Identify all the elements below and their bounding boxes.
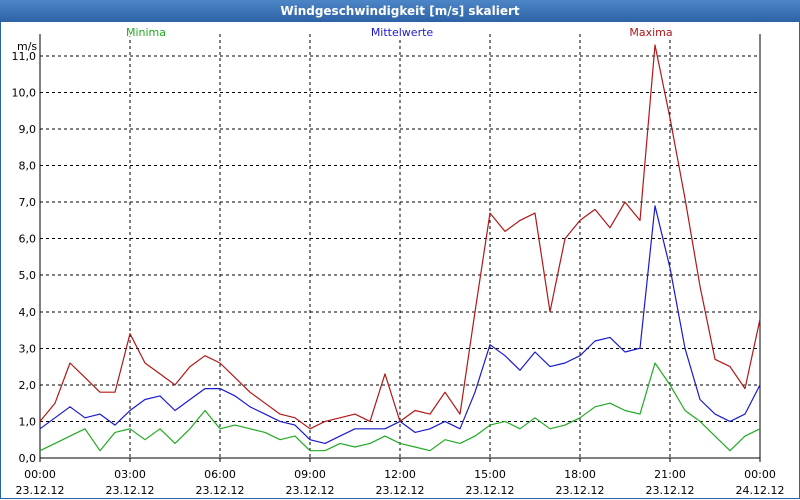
x-tick-time-label: 15:00: [474, 468, 506, 481]
x-tick-date-label: 23.12.12: [556, 484, 605, 497]
legend-label-mittelwerte: Mittelwerte: [371, 26, 434, 39]
x-tick-date-label: 23.12.12: [196, 484, 245, 497]
y-tick-label: 10,0: [12, 86, 37, 99]
x-tick-date-label: 23.12.12: [286, 484, 335, 497]
x-tick-time-label: 00:00: [744, 468, 776, 481]
y-tick-label: 7,0: [19, 196, 37, 209]
x-tick-time-label: 03:00: [114, 468, 146, 481]
x-tick-time-label: 18:00: [564, 468, 596, 481]
y-tick-label: 9,0: [19, 123, 37, 136]
x-tick-time-label: 21:00: [654, 468, 686, 481]
legend: Minima Mittelwerte Maxima: [124, 25, 674, 41]
y-tick-label: 3,0: [19, 342, 37, 355]
y-tick-label: 6,0: [19, 233, 37, 246]
x-tick-time-label: 09:00: [294, 468, 326, 481]
x-tick-date-label: 24.12.12: [736, 484, 785, 497]
x-tick-time-label: 12:00: [384, 468, 416, 481]
y-tick-label: 5,0: [19, 269, 37, 282]
x-tick-time-label: 06:00: [204, 468, 236, 481]
y-tick-label: 8,0: [19, 160, 37, 173]
x-tick-date-label: 23.12.12: [106, 484, 155, 497]
legend-label-minima: Minima: [126, 26, 166, 39]
legend-label-maxima: Maxima: [629, 26, 672, 39]
grid: [40, 34, 760, 458]
axes: 0,01,02,03,04,05,06,07,08,09,010,011,000…: [12, 34, 785, 497]
x-tick-date-label: 23.12.12: [16, 484, 65, 497]
y-tick-label: 0,0: [19, 452, 37, 465]
x-tick-time-label: 00:00: [24, 468, 56, 481]
x-tick-date-label: 23.12.12: [466, 484, 515, 497]
y-tick-label: 2,0: [19, 379, 37, 392]
y-axis-unit-label: m/s: [17, 40, 37, 53]
wind-speed-chart: 0,01,02,03,04,05,06,07,08,09,010,011,000…: [12, 25, 785, 498]
y-tick-label: 4,0: [19, 306, 37, 319]
x-tick-date-label: 23.12.12: [646, 484, 695, 497]
y-tick-label: 1,0: [19, 415, 37, 428]
x-tick-date-label: 23.12.12: [376, 484, 425, 497]
